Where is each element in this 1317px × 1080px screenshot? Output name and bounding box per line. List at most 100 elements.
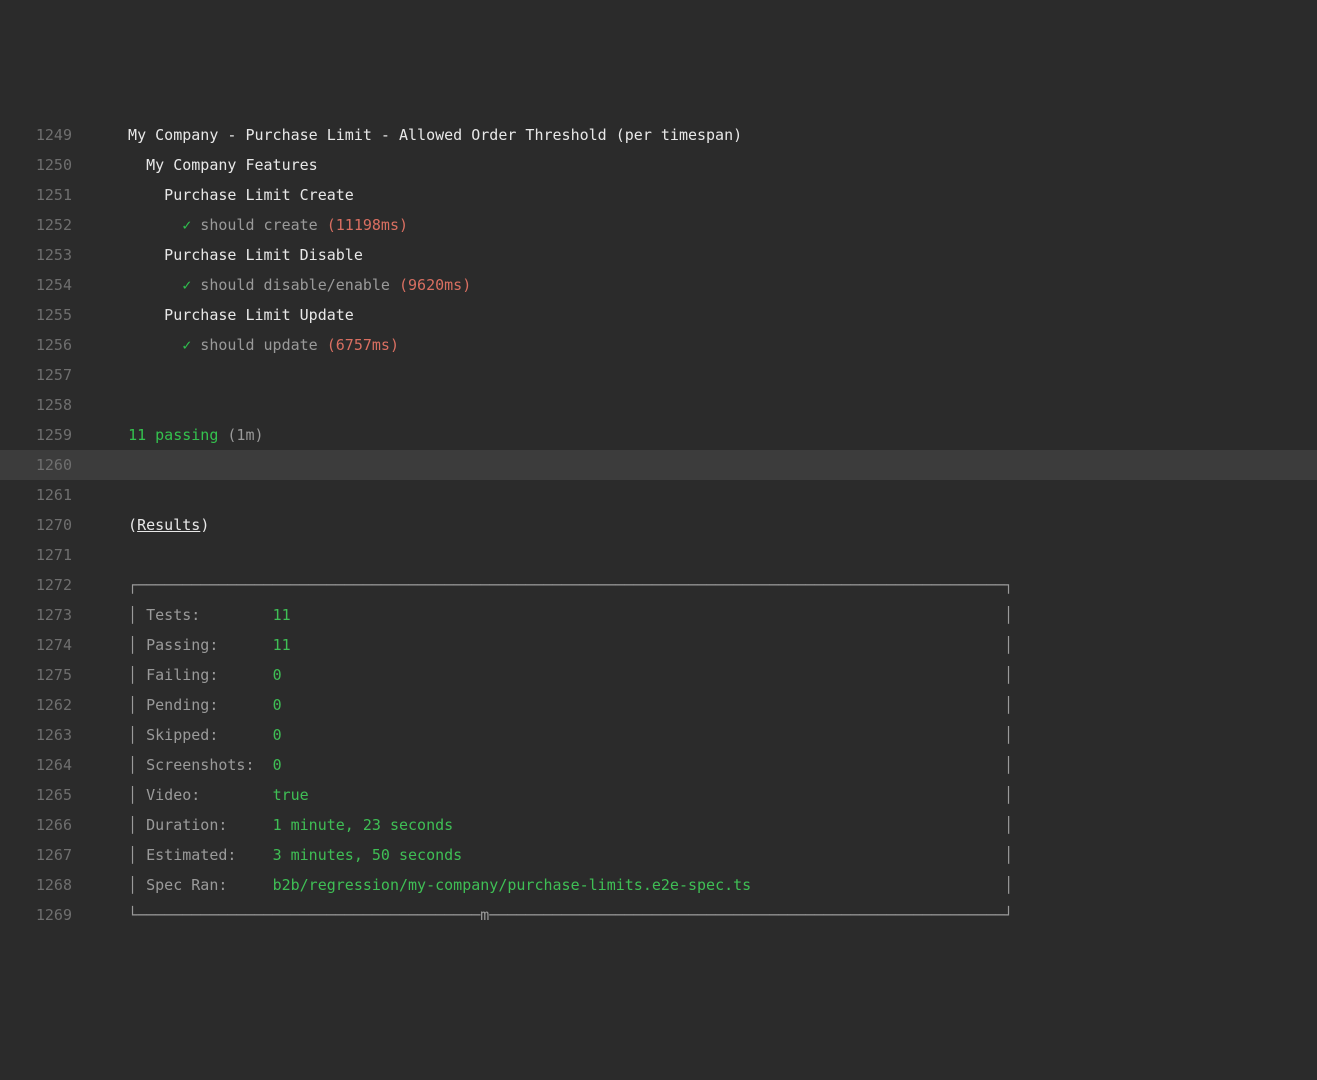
editor-line[interactable]: 1257 [0, 360, 1317, 390]
line-content: 11 passing (1m) [90, 420, 1317, 450]
line-number: 1256 [0, 330, 90, 360]
text-segment: 0 [273, 696, 282, 714]
editor-line[interactable]: 1273 │ Tests: 11 │ [0, 600, 1317, 630]
line-content: Purchase Limit Update [90, 300, 1317, 330]
text-segment [110, 336, 182, 354]
text-segment: true [273, 786, 309, 804]
line-number: 1273 [0, 600, 90, 630]
text-segment [110, 276, 182, 294]
editor-line[interactable]: 1269 └──────────────────────────────────… [0, 900, 1317, 930]
text-segment: │ Screenshots: [110, 756, 273, 774]
text-segment: ┌───────────────────────────────────────… [110, 576, 1013, 594]
text-segment: My Company Features [110, 156, 318, 174]
text-segment: ✓ [182, 216, 191, 234]
line-number: 1258 [0, 390, 90, 420]
editor-line[interactable]: 1271 [0, 540, 1317, 570]
text-segment: │ Estimated: [110, 846, 273, 864]
editor-line[interactable]: 1267 │ Estimated: 3 minutes, 50 seconds … [0, 840, 1317, 870]
editor-line[interactable]: 1272 ┌──────────────────────────────────… [0, 570, 1317, 600]
editor-line[interactable]: 1251 Purchase Limit Create [0, 180, 1317, 210]
text-segment: Purchase Limit Disable [110, 246, 363, 264]
editor-line[interactable]: 1265 │ Video: true │ [0, 780, 1317, 810]
line-content: │ Tests: 11 │ [90, 600, 1317, 630]
editor-line[interactable]: 1249 My Company - Purchase Limit - Allow… [0, 120, 1317, 150]
line-number: 1251 [0, 180, 90, 210]
line-content: └──────────────────────────────────────m… [90, 900, 1317, 930]
text-segment: should disable/enable [191, 276, 399, 294]
line-content: ┌───────────────────────────────────────… [90, 570, 1317, 600]
line-number: 1259 [0, 420, 90, 450]
line-number: 1249 [0, 120, 90, 150]
line-content: │ Skipped: 0 │ [90, 720, 1317, 750]
text-segment [110, 426, 128, 444]
line-content: ✓ should create (11198ms) [90, 210, 1317, 240]
text-segment: │ Spec Ran: [110, 876, 273, 894]
editor-line[interactable]: 1268 │ Spec Ran: b2b/regression/my-compa… [0, 870, 1317, 900]
line-content: │ Duration: 1 minute, 23 seconds │ [90, 810, 1317, 840]
line-number: 1270 [0, 510, 90, 540]
line-number: 1275 [0, 660, 90, 690]
line-number: 1263 [0, 720, 90, 750]
editor-line[interactable]: 1261 [0, 480, 1317, 510]
editor-line[interactable]: 1266 │ Duration: 1 minute, 23 seconds │ [0, 810, 1317, 840]
line-number: 1261 [0, 480, 90, 510]
text-segment: │ [282, 756, 1014, 774]
text-segment: 11 passing [128, 426, 218, 444]
text-segment: should update [191, 336, 326, 354]
text-segment: │ [282, 666, 1014, 684]
line-number: 1274 [0, 630, 90, 660]
text-segment: Results [137, 516, 200, 534]
editor-line[interactable]: 1256 ✓ should update (6757ms) [0, 330, 1317, 360]
text-segment: ✓ [182, 336, 191, 354]
text-segment: 0 [273, 666, 282, 684]
text-segment: │ Failing: [110, 666, 273, 684]
editor-line[interactable]: 1259 11 passing (1m) [0, 420, 1317, 450]
line-content: │ Passing: 11 │ [90, 630, 1317, 660]
editor-line[interactable]: 1262 │ Pending: 0 │ [0, 690, 1317, 720]
text-segment: 0 [273, 756, 282, 774]
text-segment: │ [282, 696, 1014, 714]
editor-line[interactable]: 1275 │ Failing: 0 │ [0, 660, 1317, 690]
text-segment [110, 216, 182, 234]
line-content: │ Failing: 0 │ [90, 660, 1317, 690]
editor-line[interactable]: 1260 [0, 450, 1317, 480]
text-segment: 3 minutes, 50 seconds [273, 846, 463, 864]
editor-line[interactable]: 1254 ✓ should disable/enable (9620ms) [0, 270, 1317, 300]
line-content: My Company Features [90, 150, 1317, 180]
editor-line[interactable]: 1258 [0, 390, 1317, 420]
line-content: ✓ should disable/enable (9620ms) [90, 270, 1317, 300]
test-output-editor[interactable]: 1249 My Company - Purchase Limit - Allow… [0, 120, 1317, 930]
editor-line[interactable]: 1252 ✓ should create (11198ms) [0, 210, 1317, 240]
text-segment: ✓ [182, 276, 191, 294]
text-segment: My Company - Purchase Limit - Allowed Or… [110, 126, 742, 144]
line-number: 1272 [0, 570, 90, 600]
editor-line[interactable]: 1270 (Results) [0, 510, 1317, 540]
text-segment: │ [291, 606, 1013, 624]
editor-line[interactable]: 1274 │ Passing: 11 │ [0, 630, 1317, 660]
text-segment: ( [110, 516, 137, 534]
line-content: ✓ should update (6757ms) [90, 330, 1317, 360]
line-number: 1267 [0, 840, 90, 870]
line-number: 1254 [0, 270, 90, 300]
line-number: 1269 [0, 900, 90, 930]
line-content: │ Pending: 0 │ [90, 690, 1317, 720]
text-segment: │ Skipped: [110, 726, 273, 744]
text-segment: │ Passing: [110, 636, 273, 654]
line-number: 1265 [0, 780, 90, 810]
editor-line[interactable]: 1253 Purchase Limit Disable [0, 240, 1317, 270]
line-content: │ Video: true │ [90, 780, 1317, 810]
editor-line[interactable]: 1264 │ Screenshots: 0 │ [0, 750, 1317, 780]
text-segment: │ [462, 846, 1013, 864]
text-segment: b2b/regression/my-company/purchase-limit… [273, 876, 752, 894]
text-segment: 0 [273, 726, 282, 744]
text-segment: │ [751, 876, 1013, 894]
editor-line[interactable]: 1263 │ Skipped: 0 │ [0, 720, 1317, 750]
line-content: │ Estimated: 3 minutes, 50 seconds │ [90, 840, 1317, 870]
line-content: Purchase Limit Create [90, 180, 1317, 210]
editor-line[interactable]: 1250 My Company Features [0, 150, 1317, 180]
text-segment: │ [291, 636, 1013, 654]
line-number: 1257 [0, 360, 90, 390]
text-segment: └──────────────────────────────────────m… [110, 906, 1013, 924]
editor-line[interactable]: 1255 Purchase Limit Update [0, 300, 1317, 330]
line-content: │ Spec Ran: b2b/regression/my-company/pu… [90, 870, 1317, 900]
